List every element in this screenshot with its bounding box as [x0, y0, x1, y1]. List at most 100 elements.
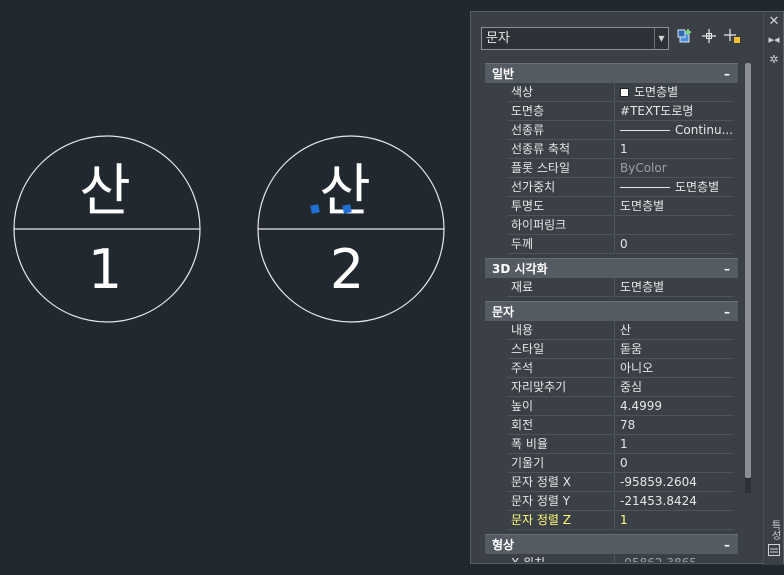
property-name: 폭 비율 [507, 435, 615, 454]
property-value[interactable]: -95859.2604 [616, 473, 734, 492]
property-row[interactable]: 선종류 Continu... [485, 121, 738, 140]
property-value[interactable]: 돋움 [616, 340, 734, 359]
property-value[interactable]: 0 [616, 235, 734, 254]
scrollbar-thumb[interactable] [745, 63, 751, 478]
property-name: 문자 정렬 Y [507, 492, 615, 511]
property-value-text: 도면층별 [620, 199, 665, 213]
grip-handle[interactable] [310, 204, 320, 214]
property-value-text: 78 [620, 418, 636, 432]
properties-grid: 일반 – 색상 도면층별 도면층 #TEXT도로명 선종류 Continu... 선종류 축척 1… [485, 63, 738, 562]
property-row[interactable]: 선가중치 도면층별 [485, 178, 738, 197]
properties-palette: 문자 ▼ 일반 – 색상 도면층별 도면층 #TEXT도로명 선종류 Continu... 선종… [470, 11, 784, 565]
property-name: 플롯 스타일 [507, 159, 615, 178]
property-value-text: -95862.3865 [620, 556, 697, 562]
category-label: 문자 [492, 305, 515, 319]
collapse-icon[interactable]: – [724, 535, 730, 555]
close-icon[interactable]: ✕ [766, 14, 782, 30]
property-name: 두께 [507, 235, 615, 254]
chevron-down-icon[interactable]: ▼ [654, 28, 668, 49]
property-value[interactable]: -21453.8424 [616, 492, 734, 511]
quick-select-icon[interactable] [723, 28, 743, 48]
property-value[interactable]: 0 [616, 454, 734, 473]
line-sample-icon [620, 130, 670, 131]
property-value[interactable]: 1 [616, 511, 734, 530]
palette-menu-icon[interactable] [766, 544, 782, 560]
category-header[interactable]: 일반 – [485, 63, 738, 83]
property-value[interactable]: Continu... [616, 121, 734, 140]
property-row[interactable]: X 위치 -95862.3865 [485, 554, 738, 562]
property-row[interactable]: 회전 78 [485, 416, 738, 435]
collapse-icon[interactable]: – [724, 64, 730, 84]
property-value[interactable] [616, 216, 734, 235]
property-row[interactable]: 문자 정렬 Y -21453.8424 [485, 492, 738, 511]
symbol-bottom-text: 2 [330, 238, 364, 301]
property-value[interactable]: 도면층별 [616, 278, 734, 297]
property-value-text: -21453.8424 [620, 494, 697, 508]
property-row[interactable]: 플롯 스타일 ByColor [485, 159, 738, 178]
property-name: 문자 정렬 Z [507, 511, 615, 530]
property-row[interactable]: 문자 정렬 Z 1 [485, 511, 738, 530]
property-value[interactable]: 산 [616, 321, 734, 340]
property-value-text: 산 [620, 323, 632, 337]
property-value[interactable]: 도면층별 [616, 178, 734, 197]
gear-icon[interactable]: ✲ [766, 52, 782, 68]
symbol-2[interactable]: 산 2 [257, 135, 445, 323]
property-name: 하이퍼링크 [507, 216, 615, 235]
drawing-canvas[interactable]: 산 1 산 2 [0, 0, 470, 575]
property-row[interactable]: 기울기 0 [485, 454, 738, 473]
property-name: 주석 [507, 359, 615, 378]
property-value[interactable]: 1 [616, 140, 734, 159]
property-row[interactable]: 도면층 #TEXT도로명 [485, 102, 738, 121]
property-value[interactable]: 아니오 [616, 359, 734, 378]
property-value-text: 4.4999 [620, 399, 662, 413]
property-row[interactable]: 문자 정렬 X -95859.2604 [485, 473, 738, 492]
property-value-text: #TEXT도로명 [620, 104, 694, 118]
symbol-1[interactable]: 산 1 [13, 135, 201, 323]
object-type-select[interactable]: 문자 ▼ [481, 27, 669, 50]
property-value-text: 0 [620, 456, 628, 470]
property-value-text: 돋움 [620, 342, 643, 356]
property-name: 선종류 축척 [507, 140, 615, 159]
property-row[interactable]: 투명도 도면층별 [485, 197, 738, 216]
property-row[interactable]: 높이 4.4999 [485, 397, 738, 416]
property-row[interactable]: 주석 아니오 [485, 359, 738, 378]
property-row[interactable]: 스타일 돋움 [485, 340, 738, 359]
symbol-top-text: 산 [79, 159, 131, 224]
property-row[interactable]: 선종류 축척 1 [485, 140, 738, 159]
property-value[interactable]: 78 [616, 416, 734, 435]
property-value[interactable]: 중심 [616, 378, 734, 397]
collapse-icon[interactable]: – [724, 302, 730, 322]
category-header[interactable]: 문자 – [485, 301, 738, 321]
select-objects-icon[interactable] [699, 28, 719, 48]
property-name: 재료 [507, 278, 615, 297]
property-name: 투명도 [507, 197, 615, 216]
property-value[interactable]: #TEXT도로명 [616, 102, 734, 121]
properties-scrollbar[interactable] [745, 63, 751, 493]
property-value[interactable]: 도면층별 [616, 197, 734, 216]
property-value-text: 1 [620, 142, 628, 156]
property-row[interactable]: 내용 산 [485, 321, 738, 340]
property-value[interactable]: 4.4999 [616, 397, 734, 416]
property-row[interactable]: 하이퍼링크 [485, 216, 738, 235]
property-row[interactable]: 색상 도면층별 [485, 83, 738, 102]
grip-handle[interactable] [342, 204, 352, 214]
property-row[interactable]: 자리맞추기 중심 [485, 378, 738, 397]
property-value[interactable]: ByColor [616, 159, 734, 178]
property-value[interactable]: -95862.3865 [616, 554, 734, 562]
category-header[interactable]: 형상 – [485, 534, 738, 554]
property-value-text: ByColor [620, 161, 667, 175]
palette-title-strip[interactable]: ✕ ▸◂ ✲ 특성 [763, 12, 783, 565]
property-value-text: 1 [620, 437, 628, 451]
property-row[interactable]: 재료 도면층별 [485, 278, 738, 297]
auto-hide-icon[interactable]: ▸◂ [766, 32, 782, 48]
category-header[interactable]: 3D 시각화 – [485, 258, 738, 278]
property-name: 선가중치 [507, 178, 615, 197]
property-row[interactable]: 두께 0 [485, 235, 738, 254]
collapse-icon[interactable]: – [724, 259, 730, 279]
toggle-pickadd-icon[interactable] [675, 28, 695, 48]
symbol-top-text-selected[interactable]: 산 [319, 159, 371, 224]
property-value[interactable]: 1 [616, 435, 734, 454]
property-value-text: -95859.2604 [620, 475, 697, 489]
property-value[interactable]: 도면층별 [616, 83, 734, 102]
property-row[interactable]: 폭 비율 1 [485, 435, 738, 454]
